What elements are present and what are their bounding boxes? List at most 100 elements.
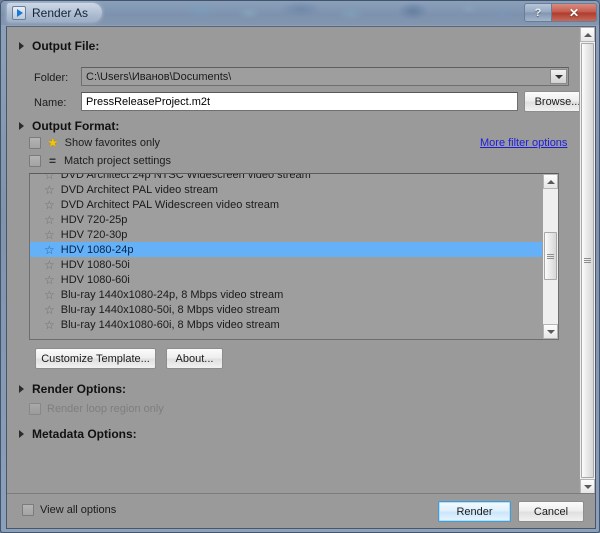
template-list-item-label: DVD Architect PAL Widescreen video strea… — [60, 198, 280, 211]
section-output-format-title: Output Format: — [32, 119, 120, 133]
folder-combobox[interactable]: C:\Users\Иванов\Documents\ — [81, 67, 569, 86]
window-controls: ? ✕ — [524, 3, 597, 22]
favorite-star-icon[interactable]: ☆ — [44, 174, 55, 181]
favorite-star-icon[interactable]: ☆ — [44, 319, 55, 331]
template-list-item[interactable]: ☆ HDV 1080-24p — [30, 242, 542, 257]
arrow-up-icon — [583, 32, 592, 37]
template-list-viewport: ☆ DVD Architect 24p NTSC Widescreen video… — [30, 174, 542, 339]
section-metadata-options-title: Metadata Options: — [32, 427, 137, 441]
folder-value: C:\Users\Иванов\Documents\ — [86, 70, 232, 83]
titlebar[interactable]: Render As ? ✕ — [1, 1, 599, 25]
favorite-star-icon[interactable]: ☆ — [44, 304, 55, 316]
titlebar-title-group: Render As — [7, 3, 103, 22]
template-list-item[interactable]: ☆ DVD Architect PAL video stream — [30, 182, 542, 197]
template-list-item-label: HDV 720-30p — [60, 228, 128, 241]
template-list-item-label: Blu-ray 1440x1080-50i, 8 Mbps video stre… — [60, 303, 280, 316]
match-project-settings-checkbox[interactable] — [29, 155, 41, 167]
scroll-down-button[interactable] — [543, 324, 558, 339]
section-render-options-title: Render Options: — [32, 382, 127, 396]
star-icon: ★ — [47, 135, 59, 150]
favorite-star-icon[interactable]: ☆ — [44, 184, 55, 196]
grip-icon — [584, 257, 591, 264]
show-favorites-only-checkbox[interactable] — [29, 137, 41, 149]
scrollbar-thumb[interactable] — [544, 232, 557, 280]
arrow-down-icon — [583, 484, 592, 489]
favorite-star-icon[interactable]: ☆ — [44, 229, 55, 241]
render-as-dialog-window: Render As ? ✕ Output File: Folder: C:\Us… — [0, 0, 600, 533]
favorite-star-icon[interactable]: ☆ — [44, 214, 55, 226]
view-all-options-label: View all options — [40, 504, 117, 516]
match-project-settings-label: Match project settings — [64, 155, 171, 167]
view-all-options-checkbox[interactable] — [22, 504, 34, 516]
dialog-scroll-down-button[interactable] — [580, 479, 595, 494]
dialog-footer: View all options Render Cancel — [7, 493, 595, 528]
template-list-item[interactable]: ☆ Blu-ray 1440x1080-24p, 8 Mbps video str… — [30, 287, 542, 302]
scroll-up-button[interactable] — [543, 174, 558, 189]
render-loop-region-only-row: Render loop region only — [29, 403, 164, 415]
arrow-down-icon — [546, 329, 555, 334]
template-list-item-label: HDV 1080-50i — [60, 258, 130, 271]
show-favorites-only-row[interactable]: ★ Show favorites only — [29, 135, 161, 150]
dialog-scroll-up-button[interactable] — [580, 27, 595, 42]
customize-template-button[interactable]: Customize Template... — [35, 348, 156, 369]
template-list-item[interactable]: ☆ HDV 720-25p — [30, 212, 542, 227]
template-list: ☆ DVD Architect 24p NTSC Widescreen video… — [30, 174, 542, 332]
grip-icon — [547, 253, 554, 260]
about-button[interactable]: About... — [166, 348, 223, 369]
dialog-scrollbar[interactable] — [579, 27, 595, 494]
template-list-item-label: Blu-ray 1440x1080-24p, 8 Mbps video stre… — [60, 288, 284, 301]
favorite-star-icon[interactable]: ☆ — [44, 274, 55, 286]
template-list-item-label: HDV 1080-60i — [60, 273, 130, 286]
render-button[interactable]: Render — [438, 501, 511, 522]
chevron-right-icon[interactable] — [19, 385, 24, 393]
play-triangle-icon — [12, 5, 26, 20]
template-list-scrollbar[interactable] — [542, 174, 558, 339]
name-input[interactable]: PressReleaseProject.m2t — [81, 92, 518, 111]
chevron-right-icon[interactable] — [19, 430, 24, 438]
cancel-button[interactable]: Cancel — [518, 501, 584, 522]
chevron-down-icon — [554, 74, 563, 79]
section-output-file-title: Output File: — [32, 39, 100, 53]
dialog-scroll-content: Output File: Folder: C:\Users\Иванов\Doc… — [7, 27, 580, 494]
dialog-scrollbar-thumb[interactable] — [581, 43, 594, 478]
template-list-item[interactable]: ☆ DVD Architect 24p NTSC Widescreen video… — [30, 174, 542, 182]
template-list-item[interactable]: ☆ HDV 1080-50i — [30, 257, 542, 272]
template-list-item-label: Blu-ray 1440x1080-60i, 8 Mbps video stre… — [60, 318, 280, 331]
help-button[interactable]: ? — [524, 3, 551, 22]
render-loop-region-only-checkbox — [29, 403, 41, 415]
view-all-options-row[interactable]: View all options — [22, 504, 116, 516]
template-list-item-label: HDV 720-25p — [60, 213, 128, 226]
footer-divider — [7, 493, 595, 494]
chevron-right-icon[interactable] — [19, 122, 24, 130]
template-list-item[interactable]: ☆ Blu-ray 1440x1080-50i, 8 Mbps video str… — [30, 302, 542, 317]
section-output-format-header[interactable]: Output Format: — [19, 119, 119, 133]
chevron-right-icon[interactable] — [19, 42, 24, 50]
folder-dropdown-button[interactable] — [550, 69, 567, 84]
match-project-settings-row[interactable]: = Match project settings — [29, 155, 171, 167]
show-favorites-only-label: Show favorites only — [64, 137, 161, 149]
favorite-star-icon[interactable]: ☆ — [44, 289, 55, 301]
folder-label: Folder: — [34, 72, 69, 84]
favorite-star-icon[interactable]: ☆ — [44, 244, 55, 256]
section-render-options-header[interactable]: Render Options: — [19, 382, 126, 396]
template-listbox[interactable]: ☆ DVD Architect 24p NTSC Widescreen video… — [29, 173, 559, 340]
template-list-item-label: HDV 1080-24p — [60, 243, 134, 256]
template-list-item[interactable]: ☆ DVD Architect PAL Widescreen video stre… — [30, 197, 542, 212]
equals-icon: = — [48, 154, 56, 168]
more-filter-options-link[interactable]: More filter options — [480, 137, 567, 149]
browse-button[interactable]: Browse... — [524, 91, 579, 112]
close-icon[interactable]: ✕ — [551, 3, 597, 22]
arrow-up-icon — [546, 179, 555, 184]
favorite-star-icon[interactable]: ☆ — [44, 259, 55, 271]
template-list-item-label: DVD Architect 24p NTSC Widescreen video … — [60, 174, 311, 181]
template-list-item[interactable]: ☆ HDV 1080-60i — [30, 272, 542, 287]
name-label: Name: — [34, 97, 67, 109]
favorite-star-icon[interactable]: ☆ — [44, 199, 55, 211]
section-output-file-header[interactable]: Output File: — [19, 39, 99, 53]
dialog-body: Output File: Folder: C:\Users\Иванов\Doc… — [6, 26, 596, 529]
template-list-item-label: DVD Architect PAL video stream — [60, 183, 218, 196]
section-metadata-options-header[interactable]: Metadata Options: — [19, 427, 137, 441]
render-loop-region-only-label: Render loop region only — [47, 403, 164, 415]
template-list-item[interactable]: ☆ Blu-ray 1440x1080-60i, 8 Mbps video str… — [30, 317, 542, 332]
template-list-item[interactable]: ☆ HDV 720-30p — [30, 227, 542, 242]
